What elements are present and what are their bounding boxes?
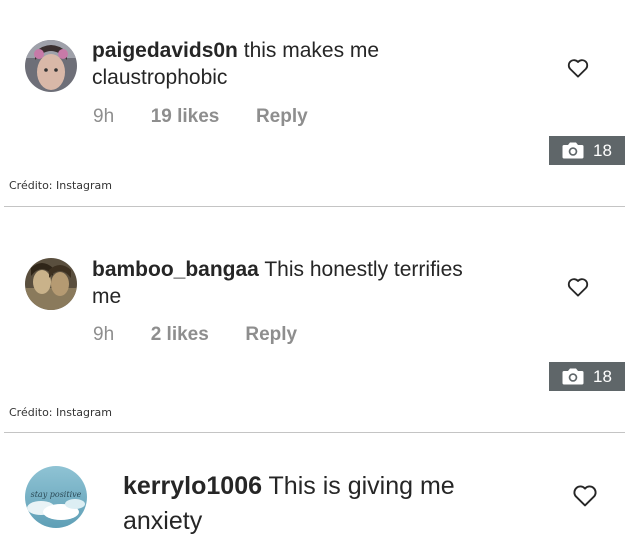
camera-icon [562,368,584,385]
heart-outline-icon [573,485,597,507]
reply-button[interactable]: Reply [256,106,308,127]
profile-photo-icon: stay positive [25,466,87,528]
comment-time[interactable]: 9h [93,324,114,345]
gallery-badge[interactable]: 18 [549,136,625,165]
comment-text-continued: me [92,285,122,308]
comment-body: kerrylo1006 This is giving me anxiety [123,469,543,539]
profile-photo-icon [25,258,77,310]
comment-text: This honestly terrifies [264,258,463,281]
comment-text-continued: claustrophobic [92,66,228,89]
comment-username[interactable]: bamboo_bangaa [92,258,259,281]
comment-meta: 9h 19 likes Reply [93,106,308,128]
comment-meta: 9h 2 likes Reply [93,324,297,346]
comment-username[interactable]: kerrylo1006 [123,472,262,500]
comment-text: this makes me [243,39,380,62]
comment-body: paigedavids0n this makes me claustrophob… [92,37,532,91]
gallery-count: 18 [593,366,612,386]
gallery-badge[interactable]: 18 [549,362,625,391]
image-credit: Crédito: Instagram [9,179,112,192]
reply-button[interactable]: Reply [245,324,297,345]
like-button[interactable] [572,484,598,507]
divider [4,432,625,433]
comment-likes[interactable]: 2 likes [151,324,209,345]
comment-likes[interactable]: 19 likes [151,106,220,127]
comment-text: This is giving me [268,472,455,500]
comment-time[interactable]: 9h [93,106,114,127]
image-credit: Crédito: Instagram [9,406,112,419]
comment-body: bamboo_bangaa This honestly terrifies me [92,256,532,310]
profile-photo-icon [25,40,77,92]
like-button[interactable] [567,277,589,297]
comment-username[interactable]: paigedavids0n [92,39,238,62]
commenter-avatar[interactable] [25,258,77,310]
avatar-caption: stay positive [31,490,82,499]
gallery-count: 18 [593,140,612,160]
heart-outline-icon [567,278,589,297]
commenter-avatar[interactable]: stay positive [25,466,87,528]
comment-text-continued: anxiety [123,507,203,535]
like-button[interactable] [567,58,589,78]
divider [4,206,625,207]
camera-icon [562,142,584,159]
heart-outline-icon [567,59,589,78]
commenter-avatar[interactable] [25,40,77,92]
